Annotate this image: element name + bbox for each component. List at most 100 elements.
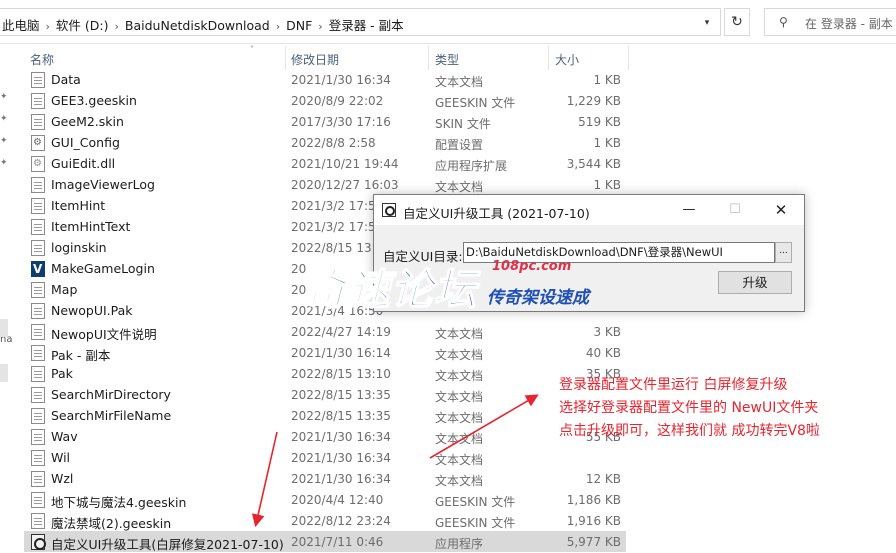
file-date: 2022/8/8 2:58 (291, 136, 376, 150)
browse-button[interactable]: ... (775, 242, 792, 263)
file-row[interactable]: GuiEdit.dll 2021/10/21 19:44 应用程序扩展 3,544 K… (24, 153, 626, 174)
file-date: 2021/10/21 19:44 (291, 157, 399, 171)
app-icon (382, 203, 396, 217)
column-divider[interactable] (628, 46, 629, 70)
chevron-right-icon[interactable]: › (276, 20, 280, 33)
file-name: GeeM2.skin (51, 114, 124, 129)
nav-item[interactable] (0, 319, 8, 337)
file-row[interactable]: SearchMirDirectory 2022/8/15 13:35 文本文档 (24, 384, 626, 405)
file-size: 1,229 KB (566, 94, 621, 108)
annotation-line: 选择好登录器配置文件里的 NewUI文件夹 (559, 400, 819, 416)
column-divider[interactable] (548, 46, 549, 70)
watermark-slogan: 传奇架设速成 (487, 288, 589, 308)
search-box[interactable]: ⚲ 在 登录器 - 副本 (764, 8, 896, 36)
file-date: 2022/8/12 23:24 (291, 514, 391, 528)
pin-icon[interactable]: ✦ (0, 114, 8, 124)
file-row[interactable]: 地下城与魔法4.geeskin 2020/4/4 12:40 GEESKIN 文件 1… (24, 489, 626, 510)
file-name: ItemHintText (51, 219, 131, 234)
column-divider[interactable] (285, 46, 286, 70)
file-date: 2020/12/27 16:03 (291, 178, 399, 192)
maximize-button[interactable]: ☐ (712, 195, 758, 225)
window-title-bar[interactable]: 自定义UI升级工具 (2021-07-10) — ☐ ✕ (374, 195, 804, 225)
file-type: 文本文档 (435, 411, 484, 425)
file-row[interactable]: Wav 2021/1/30 16:34 文本文档 55 KB (24, 426, 626, 447)
file-type: 文本文档 (435, 75, 484, 89)
file-row[interactable]: Wzl 2021/1/30 16:34 文本文档 12 KB (24, 468, 626, 489)
chevron-down-icon[interactable]: ▾ (698, 16, 716, 30)
file-row[interactable]: SearchMirFileName 2022/8/15 13:35 文本文档 (24, 405, 626, 426)
breadcrumb-item[interactable]: BaiduNetdiskDownload (125, 18, 270, 33)
column-divider[interactable] (428, 46, 429, 70)
file-date: 2022/8/15 13:10 (291, 367, 391, 381)
file-name: GEE3.geeskin (51, 93, 137, 108)
file-type: 配置设置 (435, 138, 484, 152)
file-row[interactable]: NewopUI文件说明 2022/4/27 14:19 文本文档 3 KB (24, 321, 626, 342)
file-cfg-icon (31, 135, 45, 151)
file-row[interactable]: Data 2021/1/30 16:34 文本文档 1 KB (24, 69, 626, 90)
pin-icon[interactable]: ✦ (0, 158, 8, 168)
file-size: 3 KB (593, 325, 621, 339)
chevron-right-icon[interactable]: › (115, 20, 119, 33)
navigation-pane: ✦ ✦ ✦ ✦ na (0, 44, 18, 549)
breadcrumb-item[interactable]: 登录器 - 副本 (329, 15, 404, 34)
file-row[interactable]: ImageViewerLog 2020/12/27 16:03 文本文档 1 KB (24, 174, 626, 195)
pin-icon[interactable]: ✦ (0, 92, 8, 102)
file-date: 2021/3/2 17:57 (291, 199, 384, 213)
file-txt-icon (31, 303, 45, 319)
breadcrumb-item[interactable]: 软件 (D:) (56, 15, 109, 34)
file-txt-icon (31, 219, 45, 235)
file-size: 1,186 KB (566, 493, 621, 507)
file-date: 2022/4/27 14:19 (291, 325, 391, 339)
annotation-line: 点击升级即可，这样我们就 成功转完V8啦 (559, 423, 820, 439)
file-date: 2017/3/30 17:16 (291, 115, 391, 129)
nav-item[interactable] (0, 364, 8, 382)
search-placeholder: 在 登录器 - 副本 (805, 17, 893, 31)
column-header-name[interactable]: 名称 (30, 51, 54, 68)
file-txt-icon (31, 429, 45, 445)
address-bar[interactable]: 此电脑 › 软件 (D:) › BaiduNetdiskDownload › DNF › 登录器… (0, 8, 721, 36)
file-txt-icon (31, 513, 45, 529)
breadcrumb-item[interactable]: DNF (286, 18, 312, 33)
file-txt-icon (31, 492, 45, 508)
file-txt-icon (31, 93, 45, 109)
close-button[interactable]: ✕ (758, 195, 804, 225)
column-header-size[interactable]: 大小 (555, 51, 579, 68)
file-row[interactable]: GeeM2.skin 2017/3/30 17:16 SKIN 文件 519 KB (24, 111, 626, 132)
column-header-date[interactable]: 修改日期 (291, 51, 339, 68)
file-txt-icon (31, 450, 45, 466)
file-row[interactable]: Pak - 副本 2021/1/30 16:14 文本文档 40 KB (24, 342, 626, 363)
address-bar-area: 此电脑 › 软件 (D:) › BaiduNetdiskDownload › DNF › 登录器… (0, 0, 896, 44)
window-title: 自定义UI升级工具 (2021-07-10) (403, 206, 590, 221)
column-header-type[interactable]: 类型 (435, 51, 459, 68)
upgrade-button[interactable]: 升级 (718, 271, 792, 294)
file-date: 2022/8/15 13:35 (291, 388, 391, 402)
file-row[interactable]: GUI_Config 2022/8/8 2:58 配置设置 1 KB (24, 132, 626, 153)
file-size: 40 KB (585, 346, 621, 360)
pin-icon[interactable]: ✦ (0, 136, 8, 146)
file-type: 文本文档 (435, 390, 484, 404)
chevron-right-icon[interactable]: › (318, 20, 322, 33)
breadcrumb-item[interactable]: 此电脑 (2, 15, 40, 34)
file-row[interactable]: 魔法禁域(2).geeskin 2022/8/12 23:24 GEESKIN 文件… (24, 510, 626, 531)
chevron-right-icon[interactable]: › (46, 20, 50, 33)
search-icon: ⚲ (779, 15, 788, 29)
file-type: GEESKIN 文件 (435, 495, 516, 509)
file-txt-icon (31, 240, 45, 256)
file-name: GuiEdit.dll (51, 156, 116, 171)
file-app-icon (31, 534, 46, 550)
file-date: 2021/1/30 16:34 (291, 451, 391, 465)
file-row[interactable]: Pak 2022/8/15 13:10 文本文档 35 KB (24, 363, 626, 384)
file-row[interactable]: GEE3.geeskin 2020/8/9 22:02 GEESKIN 文件 1,22… (24, 90, 626, 111)
file-type: GEESKIN 文件 (435, 96, 516, 110)
file-size: 12 KB (585, 472, 621, 486)
refresh-button[interactable]: ↻ (724, 8, 750, 36)
file-size: 1 KB (593, 73, 621, 87)
file-name: Wil (51, 450, 71, 465)
file-txt-icon (31, 345, 45, 361)
file-date: 2022/8/15 13:35 (291, 409, 391, 423)
file-type: 应用程序 (435, 537, 484, 551)
minimize-button[interactable]: — (666, 195, 712, 225)
file-name: ItemHint (51, 198, 106, 213)
file-size: 1,916 KB (566, 514, 621, 528)
file-row[interactable]: Wil 2021/1/30 16:34 文本文档 (24, 447, 626, 468)
